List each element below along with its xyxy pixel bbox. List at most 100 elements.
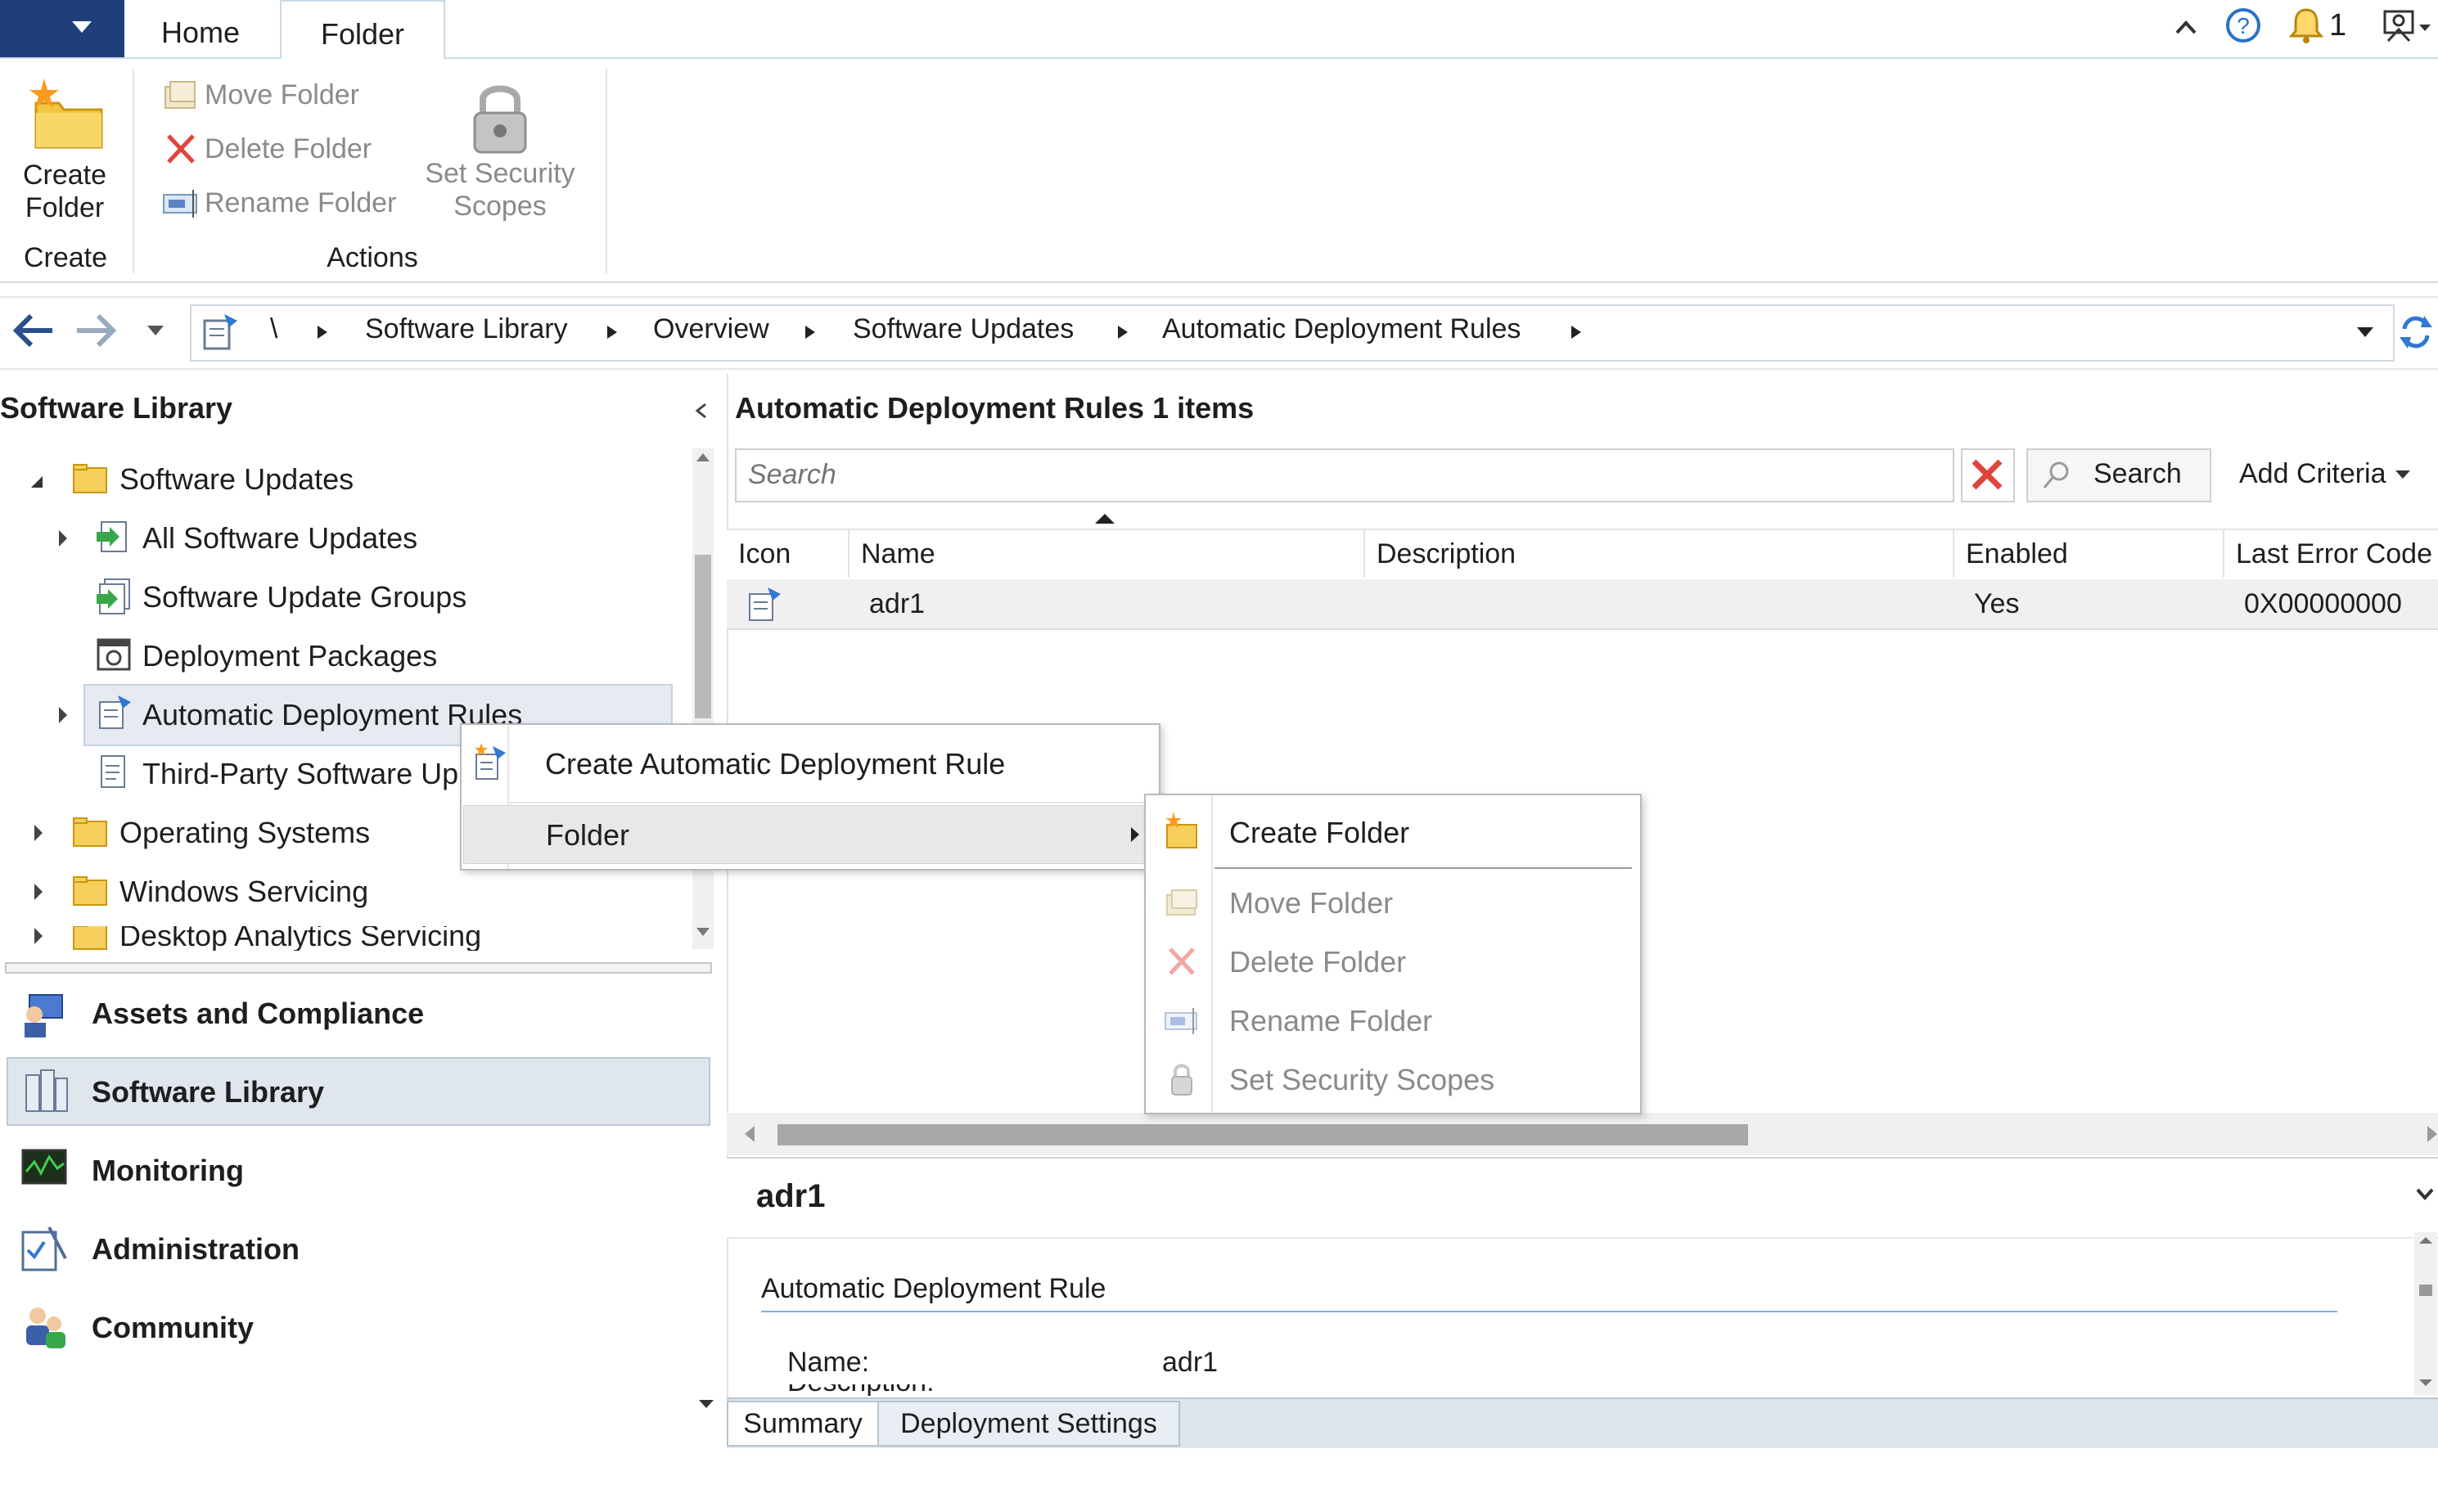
collapsed-triangle-icon[interactable] (52, 509, 77, 568)
column-header-last-error-code[interactable]: Last Error Code (2224, 530, 2438, 578)
expanded-triangle-icon[interactable] (28, 450, 52, 509)
software-updates-icon (97, 521, 127, 552)
menu-item-create-adr[interactable]: Create Automatic Deployment Rule (463, 735, 1156, 794)
search-button[interactable]: Search (2026, 448, 2211, 502)
collapsed-triangle-icon[interactable] (28, 926, 52, 951)
workspace-assets-and-compliance[interactable]: Assets and Compliance (92, 997, 424, 1031)
chevron-right-icon[interactable] (1568, 322, 1584, 342)
column-header-icon[interactable]: Icon (727, 530, 849, 578)
assets-compliance-icon (18, 987, 67, 1041)
tab-deployment-settings[interactable]: Deployment Settings (877, 1401, 1180, 1447)
tree-item-third-party-software[interactable]: Third-Party Software Up (93, 745, 462, 803)
chevron-down-icon[interactable] (2414, 1185, 2436, 1204)
clear-search-button[interactable] (1961, 448, 2015, 502)
history-dropdown-icon[interactable] (144, 321, 167, 340)
column-header-enabled[interactable]: Enabled (1954, 530, 2224, 578)
table-row[interactable] (727, 579, 2438, 630)
menu-item-folder[interactable]: Folder (463, 805, 1157, 864)
breadcrumb-item[interactable]: Software Library (365, 313, 568, 345)
chevron-right-icon[interactable] (802, 322, 818, 342)
scroll-right-icon[interactable] (2421, 1113, 2438, 1155)
submenu-item-move-folder[interactable]: Move Folder (1147, 874, 1637, 933)
breadcrumb-item[interactable]: Overview (653, 313, 769, 345)
tree-item-software-update-groups[interactable]: Software Update Groups (93, 568, 691, 627)
sort-ascending-icon (1093, 511, 1116, 527)
breadcrumb-item[interactable]: Automatic Deployment Rules (1162, 313, 1521, 345)
move-folder-button[interactable]: Move Folder (160, 74, 359, 113)
chevron-right-icon[interactable] (604, 322, 620, 342)
new-folder-icon (29, 79, 103, 149)
scroll-left-icon[interactable] (738, 1113, 763, 1155)
submenu-item-label: Create Folder (1229, 816, 1410, 849)
scroll-up-icon[interactable] (2414, 1232, 2437, 1249)
tree-item-all-software-updates[interactable]: All Software Updates (52, 509, 691, 568)
ribbon-separator (133, 69, 134, 273)
collapsed-triangle-icon[interactable] (52, 686, 77, 745)
tab-home[interactable]: Home (139, 0, 262, 57)
folder-submenu: Create Folder Move Folder Delete Folder … (1144, 794, 1642, 1114)
tree-item-software-updates[interactable]: Software Updates (28, 450, 683, 509)
feedback-icon[interactable] (2382, 7, 2436, 46)
details-scrollbar[interactable] (2414, 1232, 2437, 1396)
pane-splitter[interactable] (5, 962, 712, 974)
refresh-icon[interactable] (2396, 311, 2436, 353)
tree-item-windows-servicing[interactable]: Windows Servicing (28, 862, 683, 921)
workspace-overflow-icon[interactable] (696, 1396, 717, 1412)
set-security-scopes-button[interactable]: Set Security Scopes (414, 72, 586, 236)
create-folder-button[interactable]: Create Folder (11, 72, 118, 236)
column-header-description[interactable]: Description (1365, 530, 1954, 578)
submenu-item-set-security-scopes[interactable]: Set Security Scopes (1147, 1051, 1637, 1109)
notification-bell-icon[interactable] (2288, 5, 2324, 46)
tab-folder[interactable]: Folder (280, 0, 445, 61)
search-input[interactable] (737, 450, 1928, 499)
scroll-down-icon[interactable] (692, 923, 714, 939)
folder-icon (73, 876, 107, 906)
tree-scrollbar[interactable] (692, 448, 714, 949)
forward-arrow-icon[interactable] (72, 308, 123, 353)
collapse-pane-icon[interactable] (692, 401, 710, 421)
chevron-right-icon[interactable] (1115, 322, 1131, 342)
workspace-monitoring[interactable]: Monitoring (92, 1154, 244, 1188)
tab-summary[interactable]: Summary (727, 1401, 879, 1447)
svg-text:?: ? (2237, 13, 2250, 38)
scroll-thumb[interactable] (777, 1124, 1748, 1145)
scroll-down-icon[interactable] (2414, 1375, 2437, 1391)
search-input-box[interactable] (735, 448, 1954, 502)
address-dropdown-icon[interactable] (2354, 322, 2377, 342)
submenu-item-rename-folder[interactable]: Rename Folder (1147, 992, 1637, 1051)
delete-folder-button[interactable]: Delete Folder (160, 128, 372, 167)
back-arrow-icon[interactable] (7, 308, 57, 353)
tree-item-desktop-analytics-servicing[interactable]: Desktop Analytics Servicing (28, 926, 683, 951)
clear-x-icon (1972, 459, 2003, 490)
add-criteria-label: Add Criteria (2239, 458, 2386, 489)
delete-folder-icon (160, 133, 201, 165)
help-icon[interactable]: ? (2224, 7, 2262, 44)
tree-item-deployment-packages[interactable]: Deployment Packages (93, 627, 691, 686)
workspace-community[interactable]: Community (92, 1311, 254, 1345)
collapsed-triangle-icon[interactable] (28, 803, 52, 862)
workspace-software-library[interactable]: Software Library (92, 1075, 324, 1109)
scroll-thumb[interactable] (695, 555, 711, 718)
chevron-right-icon[interactable] (314, 322, 331, 342)
add-criteria-button[interactable]: Add Criteria (2239, 458, 2413, 490)
collapsed-triangle-icon[interactable] (28, 862, 52, 921)
tree-item-operating-systems[interactable]: Operating Systems (28, 803, 453, 862)
menu-separator (1214, 867, 1632, 869)
collapse-ribbon-icon[interactable] (2174, 11, 2198, 44)
ribbon-separator (606, 69, 607, 273)
delete-folder-label: Delete Folder (205, 133, 372, 165)
workspace-administration[interactable]: Administration (92, 1232, 300, 1267)
submenu-item-create-folder[interactable]: Create Folder (1147, 803, 1637, 862)
column-header-name[interactable]: Name (849, 530, 1365, 578)
monitoring-icon (18, 1144, 70, 1193)
app-menu-button[interactable] (0, 0, 124, 57)
breadcrumb-item[interactable]: Software Updates (853, 313, 1074, 345)
breadcrumb-root[interactable]: \ (270, 313, 277, 345)
scroll-thumb[interactable] (2419, 1285, 2432, 1296)
scroll-up-icon[interactable] (692, 448, 714, 465)
content-title: Automatic Deployment Rules 1 items (735, 391, 1254, 425)
rename-folder-icon (160, 187, 201, 219)
rename-folder-button[interactable]: Rename Folder (160, 182, 396, 221)
submenu-item-delete-folder[interactable]: Delete Folder (1147, 933, 1637, 992)
horizontal-scrollbar[interactable] (727, 1113, 2438, 1155)
